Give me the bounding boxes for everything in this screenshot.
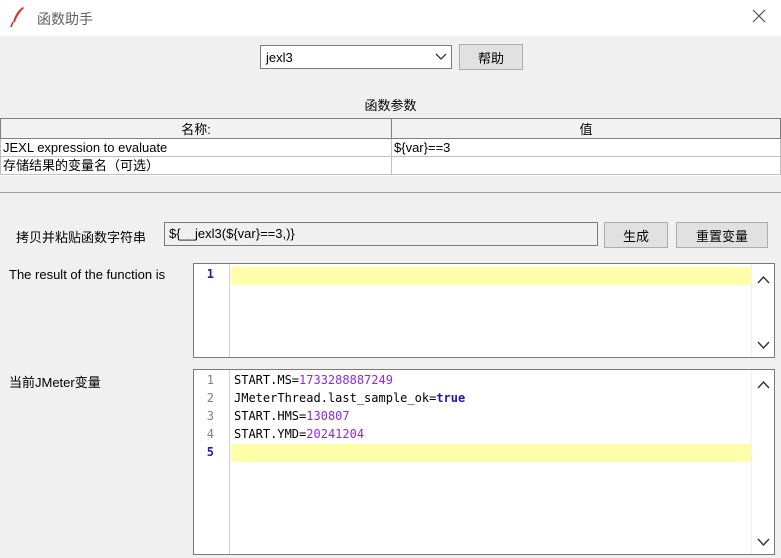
- line-number: 2: [206, 391, 214, 405]
- current-line-highlight: [231, 444, 751, 462]
- line-number: 1: [206, 373, 214, 387]
- param-value-cell[interactable]: ${var}==3: [391, 139, 781, 157]
- line-number: 5: [206, 445, 214, 459]
- line-gutter: 1 2 3 4 5: [194, 370, 230, 554]
- line-number: 1: [206, 267, 214, 281]
- variable-line: START.HMS=130807: [234, 409, 350, 423]
- section-divider: [0, 192, 781, 193]
- result-editor[interactable]: 1: [193, 263, 775, 358]
- close-icon[interactable]: [744, 4, 774, 30]
- result-label: The result of the function is: [9, 267, 166, 282]
- variables-editor[interactable]: 1 2 3 4 5 START.MS=1733288887249 JMeterT…: [193, 369, 775, 555]
- variable-line: START.YMD=20241204: [234, 427, 365, 441]
- chevron-up-icon[interactable]: [757, 380, 770, 390]
- variable-line: JMeterThread.last_sample_ok=true: [234, 391, 466, 405]
- help-button[interactable]: 帮助: [459, 44, 523, 70]
- reset-variables-button[interactable]: 重置变量: [676, 222, 768, 248]
- title-bar: 函数助手: [0, 0, 781, 36]
- feather-icon: [10, 7, 24, 28]
- scrollbar[interactable]: [751, 370, 774, 554]
- line-gutter: 1: [194, 264, 230, 357]
- function-select-value: jexl3: [266, 50, 293, 65]
- copy-string-label: 拷贝并粘贴函数字符串: [16, 230, 147, 245]
- param-value-cell[interactable]: [391, 157, 781, 175]
- params-section-title: 函数参数: [364, 98, 417, 113]
- chevron-down-icon: [435, 53, 447, 60]
- scrollbar[interactable]: [751, 264, 774, 357]
- param-name-cell[interactable]: JEXL expression to evaluate: [0, 139, 392, 157]
- column-header-value[interactable]: 值: [391, 118, 781, 139]
- column-header-name[interactable]: 名称:: [0, 118, 392, 139]
- variable-line: START.MS=1733288887249: [234, 373, 393, 387]
- line-number: 4: [206, 427, 214, 441]
- line-number: 3: [206, 409, 214, 423]
- param-name-cell[interactable]: 存储结果的变量名（可选）: [0, 157, 392, 175]
- params-table: 名称: 值 JEXL expression to evaluate ${var}…: [0, 118, 781, 176]
- generate-button[interactable]: 生成: [604, 222, 668, 248]
- function-select[interactable]: jexl3: [260, 45, 452, 69]
- chevron-up-icon[interactable]: [757, 275, 770, 285]
- chevron-down-icon[interactable]: [757, 537, 770, 547]
- chevron-down-icon[interactable]: [757, 340, 770, 350]
- function-string-field[interactable]: ${__jexl3(${var}==3,)}: [164, 222, 598, 246]
- window-title: 函数助手: [37, 11, 93, 27]
- current-line-highlight: [231, 267, 751, 285]
- variables-label: 当前JMeter变量: [9, 375, 101, 390]
